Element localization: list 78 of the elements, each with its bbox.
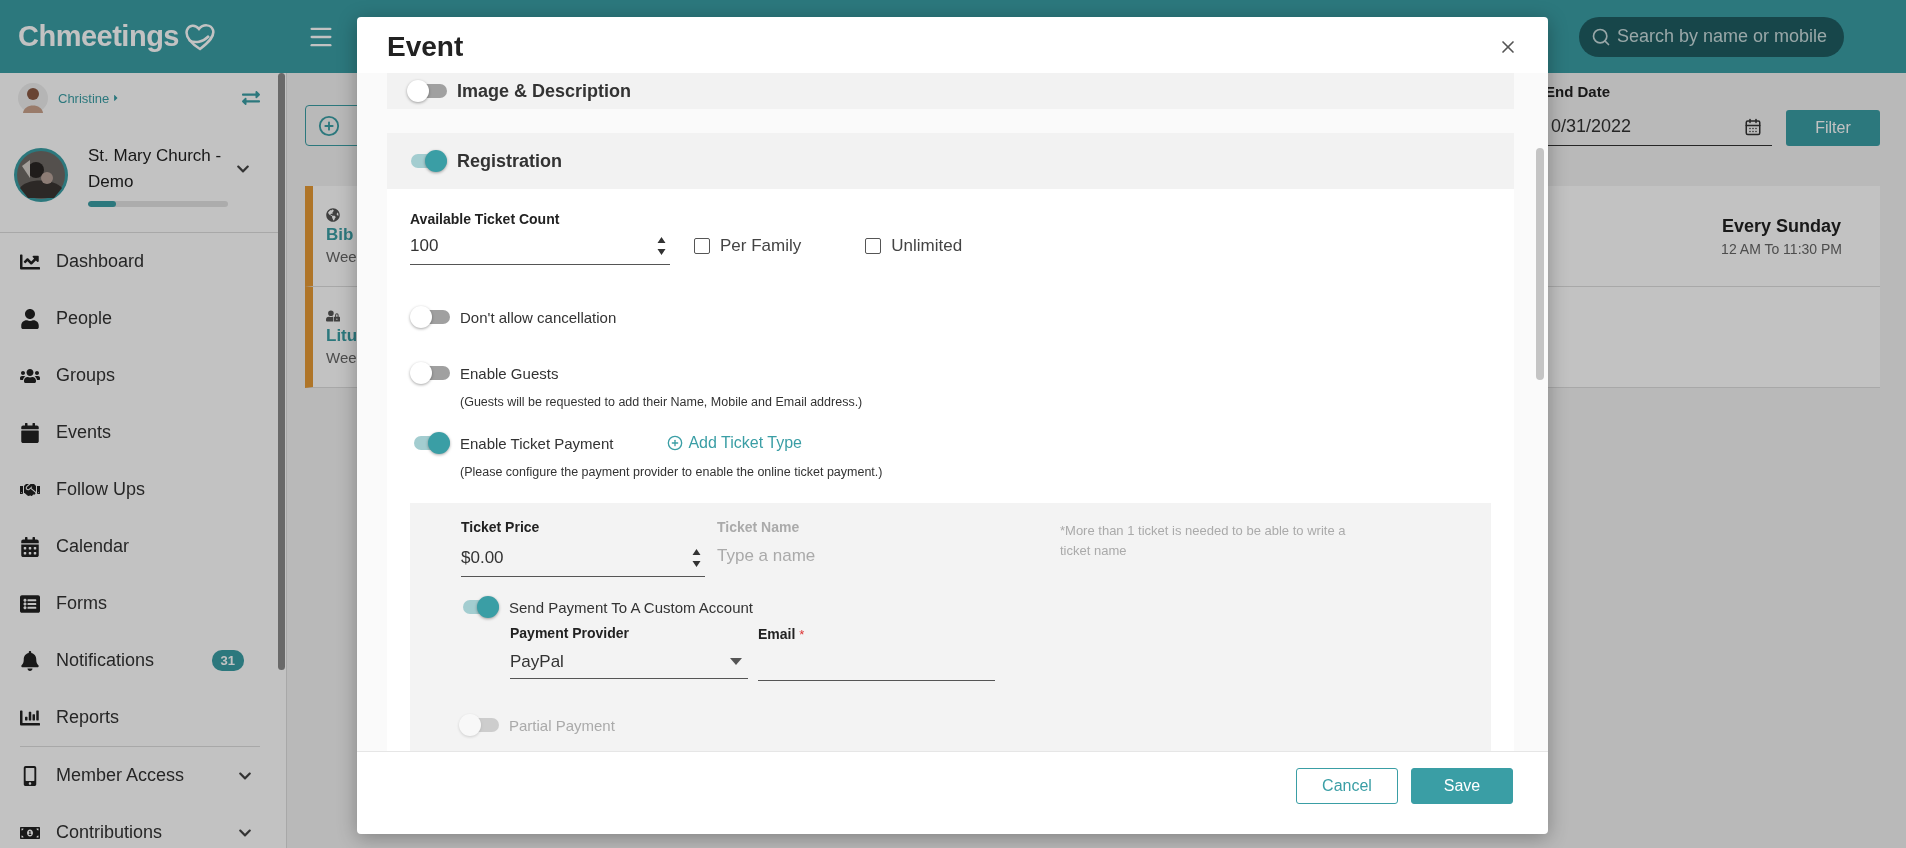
logo-text: Chmeetings — [18, 20, 179, 53]
nav-item[interactable]: Contributions — [0, 804, 278, 848]
event-subtitle: Wee — [326, 247, 357, 265]
field-label: Ticket Price — [461, 519, 541, 535]
person-icon — [20, 308, 40, 329]
avatar-icon — [18, 83, 48, 113]
help-text: *More than 1 ticket is needed to be able to write a ticket name — [1060, 522, 1347, 560]
nav-label: Reports — [56, 707, 120, 728]
checkbox-label: Per Family — [720, 236, 802, 256]
nav-item[interactable]: Follow Ups — [0, 461, 278, 518]
nav-label: Dashboard — [56, 251, 145, 272]
bell-icon — [20, 650, 40, 671]
toggle-label: Partial Payment — [509, 716, 615, 734]
event-schedule: Every Sunday — [1722, 215, 1842, 237]
nav-label: Forms — [56, 593, 107, 614]
count-badge: 31 — [211, 650, 244, 671]
toggle-switch[interactable] — [410, 361, 450, 385]
event-title: Bib — [326, 224, 354, 245]
dropdown-caret-icon — [730, 658, 742, 665]
field-label: Ticket Name — [717, 519, 801, 535]
scrollbar-thumb[interactable] — [1536, 148, 1544, 380]
checkbox[interactable] — [694, 238, 710, 254]
spinner-icon[interactable] — [692, 546, 701, 569]
search-placeholder: Search by name or mobile — [1617, 26, 1828, 47]
swap-icon[interactable] — [242, 89, 260, 107]
event-title: Litu — [326, 325, 358, 346]
toggle-label: Enable Ticket Payment — [460, 434, 614, 452]
field-label: Available Ticket Count — [410, 211, 560, 227]
nav-item[interactable]: Member Access — [0, 747, 278, 804]
field-label: Payment Provider — [510, 625, 631, 641]
toggle-label: Enable Guests — [460, 364, 559, 382]
calendar-icon — [1744, 117, 1762, 136]
user-lock-icon — [326, 308, 340, 323]
nav-item[interactable]: Dashboard — [0, 233, 278, 290]
plus-circle-icon — [667, 435, 684, 451]
globe-icon — [326, 207, 340, 222]
section-title: Image & Description — [457, 80, 632, 102]
nav-item[interactable]: Notifications 31 — [0, 632, 278, 689]
select-field[interactable]: PayPal — [510, 645, 748, 679]
church-name: St. Mary Church - Demo — [87, 145, 223, 193]
checkbox-label: Unlimited — [891, 236, 963, 256]
nav-item[interactable]: Groups — [0, 347, 278, 404]
search-icon — [1591, 26, 1611, 47]
nav-label: Member Access — [56, 765, 185, 786]
dialog-title: Event — [387, 31, 464, 63]
nav-item[interactable]: People — [0, 290, 278, 347]
nav-item[interactable]: Events — [0, 404, 278, 461]
toggle-label: Don't allow cancellation — [460, 308, 617, 326]
nav-label: Groups — [56, 365, 116, 386]
field-label: Email * — [758, 625, 806, 643]
event-time: 12 AM To 11:30 PM — [1721, 240, 1842, 257]
plus-circle-icon — [318, 114, 340, 137]
price-field[interactable]: $0.00 — [461, 539, 705, 577]
nav-item[interactable]: Forms — [0, 575, 278, 632]
nav-label: Notifications — [56, 650, 155, 671]
nav-item[interactable]: Reports — [0, 689, 278, 746]
nav-label: Events — [56, 422, 112, 443]
nav-label: Contributions — [56, 822, 163, 843]
scrollbar-thumb[interactable] — [278, 73, 285, 670]
nav-label: Calendar — [56, 536, 130, 557]
help-text: (Guests will be requested to add their Name, Mobile and Email address.) — [460, 395, 863, 409]
toggle-switch[interactable] — [410, 305, 450, 329]
help-text: (Please configure the payment provider to enable the online ticket payment.) — [460, 465, 883, 479]
list-icon — [20, 593, 40, 614]
nav-label: People — [56, 308, 113, 329]
checkbox[interactable] — [865, 238, 882, 254]
nav-label: Follow Ups — [56, 479, 146, 500]
search-field[interactable]: Search by name or mobile — [1579, 16, 1844, 57]
toggle-label: Send Payment To A Custom Account — [509, 598, 754, 616]
number-field[interactable]: 100 — [410, 227, 670, 265]
calendar-grid-icon — [20, 536, 40, 557]
logo-icon — [183, 21, 217, 52]
event-subtitle: Wee — [326, 348, 357, 366]
spinner-icon[interactable] — [657, 234, 666, 257]
calendar-icon — [20, 422, 40, 443]
nav-item[interactable]: Calendar — [0, 518, 278, 575]
toggle-switch[interactable] — [407, 79, 447, 103]
section-title: Registration — [457, 150, 562, 172]
